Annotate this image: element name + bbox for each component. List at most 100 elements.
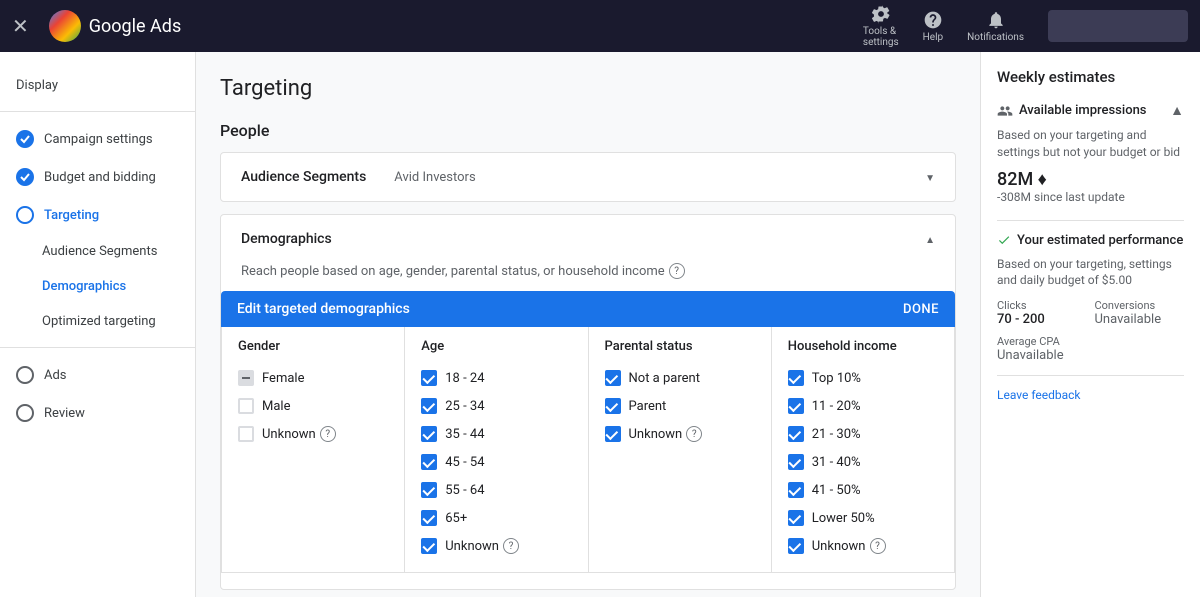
checkbox-gender-unknown[interactable]: [238, 426, 254, 442]
demographics-card: Demographics Reach people based on age, …: [220, 214, 956, 590]
conversions-value: Unavailable: [1095, 312, 1185, 327]
circle-icon-targeting: [16, 206, 34, 224]
demo-row-label: Male: [262, 399, 290, 414]
checkbox-household-income-41---50%[interactable]: [788, 482, 804, 498]
checkbox-age-35---44[interactable]: [421, 426, 437, 442]
impressions-description: Based on your targeting and settings but…: [997, 127, 1184, 161]
leave-feedback-link[interactable]: Leave feedback: [997, 388, 1081, 402]
help-button[interactable]: Help: [923, 10, 943, 43]
checkbox-household-income-unknown[interactable]: [788, 538, 804, 554]
close-button[interactable]: ✕: [12, 14, 29, 38]
sidebar-item-demographics[interactable]: Demographics: [0, 269, 195, 304]
checkbox-household-income-21---30%[interactable]: [788, 426, 804, 442]
edit-bar: Edit targeted demographics DONE: [221, 291, 955, 327]
demo-row-label: 65+: [445, 511, 467, 526]
check-perf-icon: [997, 233, 1011, 247]
checkbox-parental-status-unknown[interactable]: [605, 426, 621, 442]
circle-icon-ads: [16, 366, 34, 384]
demo-row: Not a parent: [605, 364, 755, 392]
impressions-collapse-icon[interactable]: ▲: [1170, 102, 1184, 119]
logo-icon: [49, 10, 81, 42]
demo-row: 11 - 20%: [788, 392, 938, 420]
demo-col-parental-status: Parental statusNot a parentParentUnknown…: [589, 327, 772, 572]
section-title: People: [220, 121, 956, 140]
row-info-icon[interactable]: ?: [870, 538, 886, 554]
conversions-label: Conversions: [1095, 299, 1185, 312]
notifications-button[interactable]: Notifications: [967, 10, 1024, 43]
impressions-value: 82M ♦: [997, 169, 1184, 190]
checkbox-gender-female[interactable]: [238, 370, 254, 386]
demo-row-label: 21 - 30%: [812, 427, 861, 442]
checkbox-household-income-31---40%[interactable]: [788, 454, 804, 470]
demo-row-label: 45 - 54: [445, 455, 484, 470]
weekly-estimates-title: Weekly estimates: [997, 68, 1184, 86]
sidebar-item-review[interactable]: Review: [0, 394, 195, 432]
sidebar-item-audience-segments[interactable]: Audience Segments: [0, 234, 195, 269]
demo-row-label: Female: [262, 371, 304, 386]
demo-row-label: 35 - 44: [445, 427, 484, 442]
avg-cpa-section: Average CPA Unavailable: [997, 335, 1184, 363]
tools-settings-button[interactable]: Tools & settings: [863, 4, 899, 48]
sidebar-divider-1: [0, 111, 195, 112]
sidebar-item-campaign-settings[interactable]: Campaign settings: [0, 120, 195, 158]
audience-segments-card: Audience Segments Avid Investors: [220, 152, 956, 202]
sidebar-item-ads[interactable]: Ads: [0, 356, 195, 394]
sidebar-item-optimized-targeting[interactable]: Optimized targeting: [0, 304, 195, 339]
sidebar-item-display[interactable]: Display: [0, 68, 195, 103]
demo-row-label: Unknown?: [445, 538, 519, 554]
demographics-info-icon[interactable]: ?: [669, 263, 685, 279]
checkbox-parental-status-parent[interactable]: [605, 398, 621, 414]
impressions-subtext: -308M since last update: [997, 190, 1184, 204]
demo-row-label: 31 - 40%: [812, 455, 861, 470]
page-title: Targeting: [220, 76, 956, 101]
top-nav: ✕ Google Ads Tools & settings Help Noti: [0, 0, 1200, 52]
content-area: Targeting People Audience Segments Avid …: [196, 52, 980, 597]
audience-card-title: Audience Segments: [241, 169, 366, 185]
demo-row: 25 - 34: [421, 392, 571, 420]
demo-row: 31 - 40%: [788, 448, 938, 476]
checkbox-age-45---54[interactable]: [421, 454, 437, 470]
checkbox-parental-status-not-a-parent[interactable]: [605, 370, 621, 386]
clicks-label: Clicks: [997, 299, 1087, 312]
demo-col-header-parental-status: Parental status: [605, 339, 755, 354]
estimated-performance-label: Your estimated performance: [1017, 233, 1183, 248]
row-info-icon[interactable]: ?: [686, 426, 702, 442]
demo-row: Unknown?: [605, 420, 755, 448]
panel-divider: [997, 220, 1184, 221]
checkbox-household-income-top-10%[interactable]: [788, 370, 804, 386]
demo-row-label: Unknown?: [812, 538, 886, 554]
optimized-targeting-label: Optimized targeting: [42, 314, 156, 329]
demo-row-label: Not a parent: [629, 371, 700, 386]
checkbox-age-55---64[interactable]: [421, 482, 437, 498]
demographics-header[interactable]: Demographics: [221, 215, 955, 263]
checkbox-age-65+[interactable]: [421, 510, 437, 526]
demographics-card-title: Demographics: [241, 231, 332, 247]
check-icon-budget: [16, 168, 34, 186]
demo-row-label: Unknown?: [629, 426, 703, 442]
sidebar-item-targeting[interactable]: Targeting: [0, 196, 195, 234]
demographics-grid: GenderFemaleMaleUnknown?Age18 - 2425 - 3…: [221, 327, 955, 573]
demographics-label: Demographics: [42, 279, 126, 294]
checkbox-household-income-lower-50%[interactable]: [788, 510, 804, 526]
checkbox-household-income-11---20%[interactable]: [788, 398, 804, 414]
checkbox-age-25---34[interactable]: [421, 398, 437, 414]
nav-actions: Tools & settings Help Notifications: [863, 4, 1188, 48]
clicks-value: 70 - 200: [997, 312, 1087, 327]
sidebar-item-budget-bidding[interactable]: Budget and bidding: [0, 158, 195, 196]
row-info-icon[interactable]: ?: [503, 538, 519, 554]
search-input[interactable]: [1048, 10, 1188, 42]
demo-row-label: Top 10%: [812, 371, 861, 386]
checkbox-gender-male[interactable]: [238, 398, 254, 414]
checkbox-age-unknown[interactable]: [421, 538, 437, 554]
demo-row: 55 - 64: [421, 476, 571, 504]
demo-row: Top 10%: [788, 364, 938, 392]
budget-bidding-label: Budget and bidding: [44, 170, 156, 185]
checkbox-age-18---24[interactable]: [421, 370, 437, 386]
done-button[interactable]: DONE: [903, 302, 939, 317]
audience-card-subtitle: Avid Investors: [394, 170, 475, 185]
demo-row-label: Lower 50%: [812, 511, 875, 526]
right-panel: Weekly estimates Available impressions ▲…: [980, 52, 1200, 597]
audience-segments-header[interactable]: Audience Segments Avid Investors: [221, 153, 955, 201]
row-info-icon[interactable]: ?: [320, 426, 336, 442]
demo-row: 65+: [421, 504, 571, 532]
